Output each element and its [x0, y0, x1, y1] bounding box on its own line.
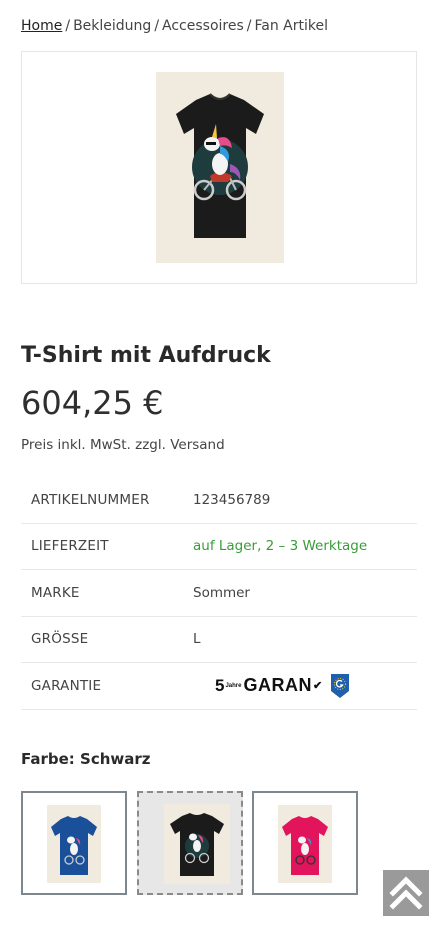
color-label: Farbe: Schwarz [21, 750, 151, 768]
breadcrumb-separator: / [246, 18, 252, 34]
breadcrumb: Home / Bekleidung / Accessoires / Fan Artikel [21, 18, 328, 34]
t-shirt-pink-thumbnail [278, 805, 332, 883]
attr-key: Artikelnummer [31, 491, 150, 508]
breadcrumb-item-current: Fan Artikel [254, 18, 329, 34]
t-shirt-unicorn-motorcycle-image [156, 72, 284, 263]
color-swatch-blau[interactable] [21, 791, 127, 895]
product-price: 604,25 € [21, 384, 164, 422]
attr-row-marke: Marke Sommer [21, 570, 417, 617]
breadcrumb-separator: / [65, 18, 71, 34]
attr-key: Marke [31, 584, 80, 601]
product-image-box[interactable] [21, 51, 417, 284]
t-shirt-black-thumbnail [164, 804, 230, 884]
attr-value: L [193, 631, 201, 648]
attr-value-in-stock: auf Lager, 2 – 3 Werktage [193, 538, 368, 555]
check-icon: ✔ [312, 680, 323, 693]
attr-value: Sommer [193, 584, 250, 601]
attr-row-artikelnummer: Artikelnummer 123456789 [21, 477, 417, 524]
attr-value: 123456789 [193, 491, 271, 508]
product-page: Home / Bekleidung / Accessoires / Fan Artikel [0, 0, 437, 925]
back-to-top-button[interactable] [383, 870, 429, 916]
breadcrumb-separator: / [154, 18, 160, 34]
color-swatch-pink[interactable] [252, 791, 358, 895]
guarantee-text: GARAN [243, 675, 312, 696]
product-main-image[interactable] [156, 72, 284, 263]
breadcrumb-item-accessoires[interactable]: Accessoires [162, 18, 244, 34]
guarantee-years-number: 5 [215, 675, 225, 695]
eu-guarantee-badge-icon [331, 673, 350, 698]
color-swatch-schwarz[interactable] [137, 791, 243, 895]
breadcrumb-home-link[interactable]: Home [21, 18, 62, 34]
product-attributes-table: Artikelnummer 123456789 Lieferzeit auf L… [21, 477, 417, 710]
guarantee-years-superscript: Jahre [225, 682, 242, 689]
attr-key: Garantie [31, 677, 102, 694]
tax-note: Preis inkl. MwSt. zzgl. Versand [21, 437, 225, 453]
breadcrumb-item-bekleidung[interactable]: Bekleidung [73, 18, 151, 34]
attr-key: Lieferzeit [31, 538, 109, 555]
t-shirt-blue-thumbnail [47, 805, 101, 883]
attr-key: Größe [31, 631, 89, 648]
attr-row-lieferzeit: Lieferzeit auf Lager, 2 – 3 Werktage [21, 524, 417, 570]
double-chevron-up-icon [389, 876, 423, 910]
guarantee-logo[interactable]: 5 Jahre GARAN ✔ [215, 673, 350, 699]
attr-row-garantie: Garantie 5 Jahre GARAN ✔ [21, 663, 417, 710]
attr-row-groesse: Größe L [21, 617, 417, 663]
product-title: T-Shirt mit Aufdruck [21, 343, 271, 368]
